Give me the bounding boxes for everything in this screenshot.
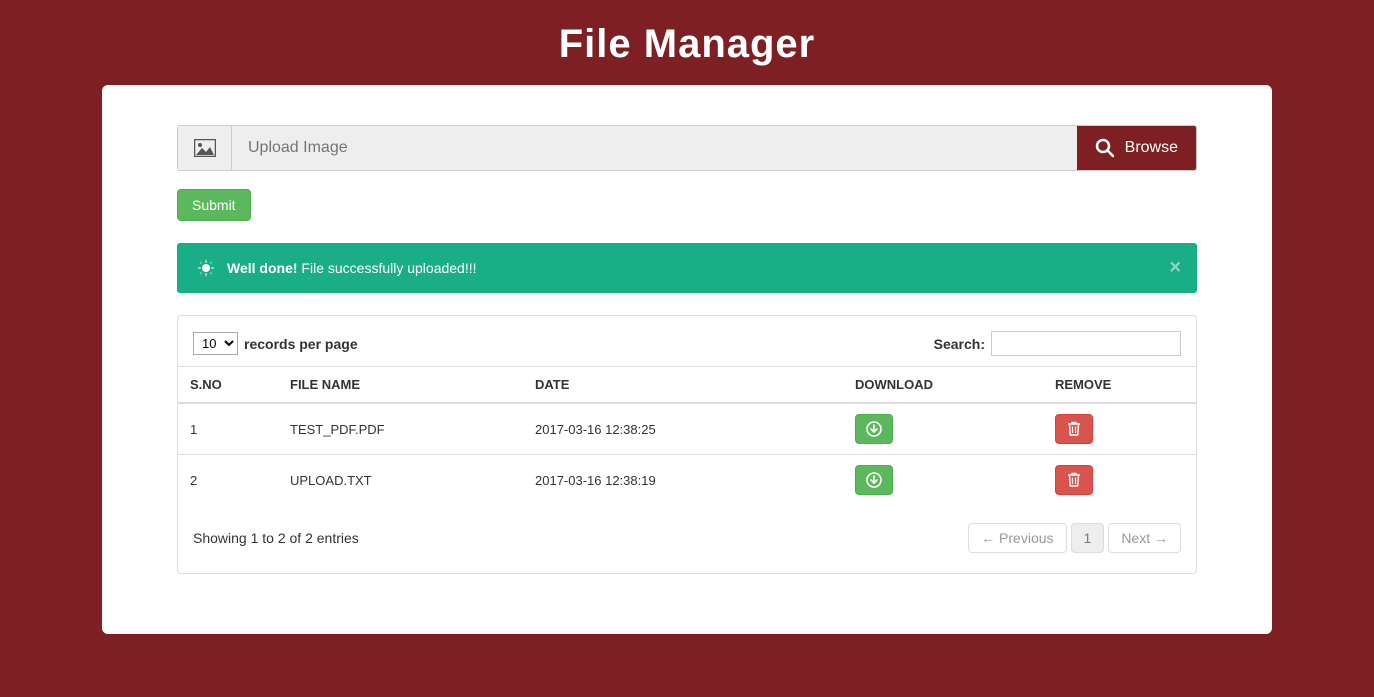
files-table: S.NO FILE NAME DATE DOWNLOAD REMOVE 1TES… xyxy=(178,366,1196,505)
upload-input[interactable] xyxy=(248,139,1061,157)
pager: ← Previous 1 Next → xyxy=(968,523,1181,553)
download-icon xyxy=(866,472,882,488)
remove-button[interactable] xyxy=(1055,414,1093,444)
remove-button[interactable] xyxy=(1055,465,1093,495)
cell-file: TEST_PDF.PDF xyxy=(278,403,523,455)
table-panel: 10 records per page Search: S.NO FILE NA… xyxy=(177,315,1197,574)
main-panel: Browse Submit Well done! File successful… xyxy=(102,85,1272,634)
col-download[interactable]: DOWNLOAD xyxy=(843,367,1043,404)
cell-download xyxy=(843,403,1043,455)
submit-button[interactable]: Submit xyxy=(177,189,251,221)
col-date[interactable]: DATE xyxy=(523,367,843,404)
starburst-icon xyxy=(197,259,215,277)
table-footer: Showing 1 to 2 of 2 entries ← Previous 1… xyxy=(178,505,1196,553)
cell-remove xyxy=(1043,455,1196,506)
search-input[interactable] xyxy=(991,331,1181,356)
search-wrap: Search: xyxy=(934,331,1181,356)
alert-text: Well done! File successfully uploaded!!! xyxy=(227,260,477,276)
table-row: 2UPLOAD.TXT2017-03-16 12:38:19 xyxy=(178,455,1196,506)
cell-sno: 1 xyxy=(178,403,278,455)
next-button[interactable]: Next → xyxy=(1108,523,1181,553)
table-controls: 10 records per page Search: xyxy=(178,331,1196,366)
cell-date: 2017-03-16 12:38:19 xyxy=(523,455,843,506)
records-per-page: 10 records per page xyxy=(193,332,358,355)
trash-icon xyxy=(1067,421,1081,437)
download-button[interactable] xyxy=(855,465,893,495)
close-alert-button[interactable]: × xyxy=(1169,257,1181,280)
browse-button[interactable]: Browse xyxy=(1077,126,1196,170)
alert-strong: Well done! xyxy=(227,260,298,276)
prev-button[interactable]: ← Previous xyxy=(968,523,1066,553)
records-label: records per page xyxy=(244,336,358,352)
cell-file: UPLOAD.TXT xyxy=(278,455,523,506)
page-size-select[interactable]: 10 xyxy=(193,332,238,355)
page-title: File Manager xyxy=(0,0,1374,85)
upload-input-wrap xyxy=(232,126,1077,170)
table-row: 1TEST_PDF.PDF2017-03-16 12:38:25 xyxy=(178,403,1196,455)
download-button[interactable] xyxy=(855,414,893,444)
download-icon xyxy=(866,421,882,437)
browse-label: Browse xyxy=(1125,139,1178,157)
cell-sno: 2 xyxy=(178,455,278,506)
trash-icon xyxy=(1067,472,1081,488)
page-1-button[interactable]: 1 xyxy=(1071,523,1105,553)
image-icon xyxy=(178,126,232,170)
table-header-row: S.NO FILE NAME DATE DOWNLOAD REMOVE xyxy=(178,367,1196,404)
col-file[interactable]: FILE NAME xyxy=(278,367,523,404)
col-remove[interactable]: REMOVE xyxy=(1043,367,1196,404)
upload-bar: Browse xyxy=(177,125,1197,171)
cell-date: 2017-03-16 12:38:25 xyxy=(523,403,843,455)
cell-download xyxy=(843,455,1043,506)
success-alert: Well done! File successfully uploaded!!!… xyxy=(177,243,1197,293)
search-icon xyxy=(1095,138,1115,158)
alert-message: File successfully uploaded!!! xyxy=(301,260,476,276)
col-sno[interactable]: S.NO xyxy=(178,367,278,404)
entries-info: Showing 1 to 2 of 2 entries xyxy=(193,530,359,546)
search-label: Search: xyxy=(934,336,985,352)
close-icon: × xyxy=(1169,257,1181,279)
cell-remove xyxy=(1043,403,1196,455)
